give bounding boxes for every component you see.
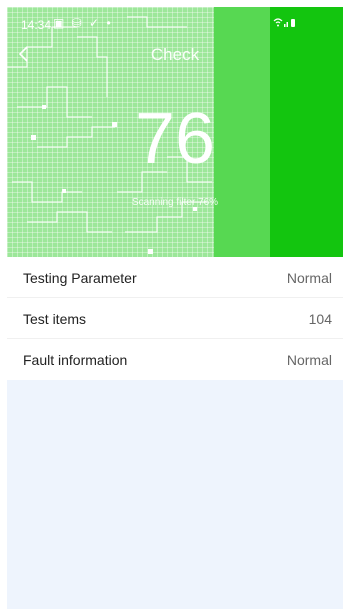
list-item: Fault information Normal bbox=[7, 339, 343, 380]
item-value: Normal bbox=[286, 270, 332, 286]
scan-status-text: Scanning filter 76% bbox=[131, 197, 219, 208]
result-list: Testing Parameter Normal Test items 104 … bbox=[7, 257, 343, 380]
item-label: Testing Parameter bbox=[23, 270, 137, 286]
scan-score: 76 bbox=[134, 99, 216, 179]
wifi-signal-battery-icon bbox=[273, 17, 297, 31]
item-label: Test items bbox=[23, 311, 87, 327]
list-item: Test items 104 bbox=[7, 298, 343, 339]
list-item: Testing Parameter Normal bbox=[7, 257, 343, 298]
item-label: Fault information bbox=[23, 352, 128, 368]
status-time: 14:34 bbox=[21, 18, 52, 32]
item-value: Normal bbox=[286, 352, 332, 368]
item-value: 104 bbox=[308, 311, 332, 327]
app-screen: 14:34 ▣ ⛁ ✓ • Check 76 Scanning filter 7… bbox=[7, 7, 343, 609]
notification-icons: ▣ ⛁ ✓ • bbox=[53, 16, 113, 30]
scan-hero: 14:34 ▣ ⛁ ✓ • Check 76 Scanning filter 7… bbox=[7, 7, 343, 257]
status-bar: 14:34 ▣ ⛁ ✓ • bbox=[7, 7, 343, 32]
page-title: Check bbox=[150, 45, 200, 64]
